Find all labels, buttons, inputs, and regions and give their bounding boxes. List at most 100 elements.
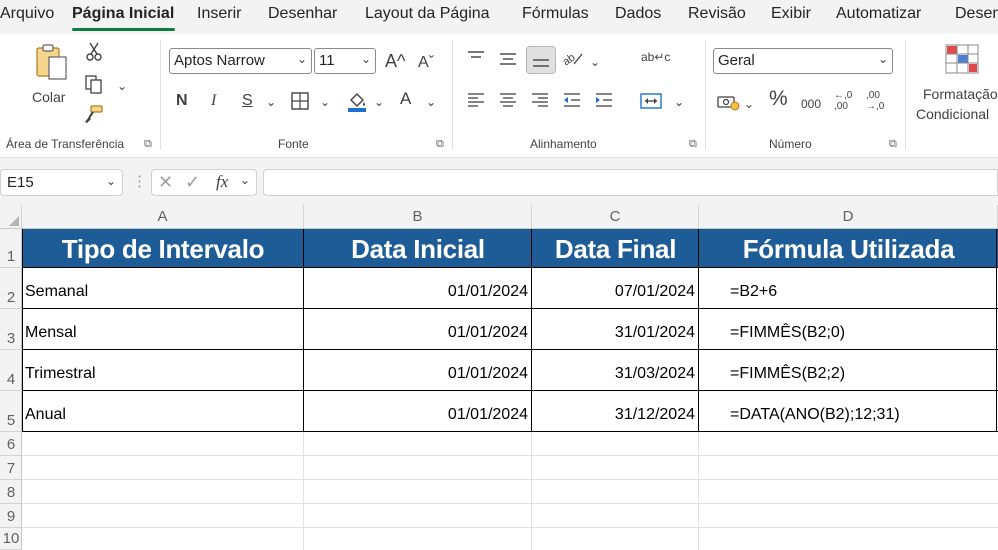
font-launcher-icon[interactable]: ⧉: [436, 138, 444, 151]
conditional-formatting-label-1[interactable]: Formatação: [923, 85, 998, 103]
percent-style-button[interactable]: %: [769, 88, 788, 109]
name-box[interactable]: E15 ⌄: [0, 169, 123, 196]
enter-check-icon[interactable]: ✓: [185, 172, 200, 193]
cell-b3[interactable]: 01/01/2024: [304, 309, 528, 350]
tab-formulas[interactable]: Fórmulas: [522, 5, 589, 23]
tab-layout-da-pagina[interactable]: Layout da Página: [365, 5, 490, 23]
insert-function-button[interactable]: fx: [216, 172, 228, 192]
column-header-c[interactable]: C: [532, 205, 699, 229]
header-cell-data-inicial[interactable]: Data Inicial: [304, 229, 532, 268]
font-name-select[interactable]: Aptos Narrow ⌄: [169, 48, 312, 74]
cell-c3[interactable]: 31/01/2024: [532, 309, 695, 350]
increase-indent-icon[interactable]: [594, 92, 614, 113]
decrease-indent-icon[interactable]: [562, 92, 582, 113]
column-header-b[interactable]: B: [304, 205, 532, 229]
cell-a5[interactable]: Anual: [25, 391, 301, 432]
cell-a3[interactable]: Mensal: [25, 309, 301, 350]
row-header-5[interactable]: 5: [0, 391, 22, 432]
row-header-6[interactable]: 6: [0, 432, 22, 456]
row-header-7[interactable]: 7: [0, 456, 22, 480]
cell-c2[interactable]: 07/01/2024: [532, 268, 695, 309]
font-color-dropdown-chevron-icon[interactable]: ⌄: [426, 93, 436, 111]
cell-a4[interactable]: Trimestral: [25, 350, 301, 391]
row-header-8[interactable]: 8: [0, 480, 22, 504]
grow-font-button[interactable]: A^: [385, 52, 405, 70]
cell-c5[interactable]: 31/12/2024: [532, 391, 695, 432]
tab-inserir[interactable]: Inserir: [197, 5, 241, 23]
cell-d3[interactable]: =FIMMÊS(B2;0): [730, 309, 996, 350]
font-size-select[interactable]: 11 ⌄: [314, 48, 376, 74]
merge-center-icon[interactable]: [640, 92, 662, 115]
accounting-format-icon[interactable]: [717, 92, 741, 117]
align-left-icon[interactable]: [466, 92, 486, 113]
shrink-font-button[interactable]: Aˇ: [418, 54, 434, 72]
header-cell-formula[interactable]: Fórmula Utilizada: [699, 229, 998, 268]
formula-input[interactable]: [263, 169, 998, 196]
fill-color-dropdown-chevron-icon[interactable]: ⌄: [374, 93, 384, 111]
column-header-d[interactable]: D: [699, 205, 998, 229]
tab-desenhar[interactable]: Desenhar: [268, 5, 337, 23]
cut-icon[interactable]: [85, 42, 103, 67]
orientation-dropdown-chevron-icon[interactable]: ⌄: [590, 53, 600, 71]
cell-d2[interactable]: =B2+6: [730, 268, 996, 309]
column-header-a[interactable]: A: [22, 205, 304, 229]
bold-button[interactable]: N: [176, 92, 188, 110]
row-header-10[interactable]: 10: [0, 528, 22, 550]
tab-revisao[interactable]: Revisão: [688, 5, 746, 23]
select-all-corner[interactable]: [0, 205, 22, 229]
cell-a2[interactable]: Semanal: [25, 268, 301, 309]
cell-b5[interactable]: 01/01/2024: [304, 391, 528, 432]
cell-d4[interactable]: =FIMMÊS(B2;2): [730, 350, 996, 391]
increase-decimal-button[interactable]: ←,0 ,00: [834, 90, 862, 112]
worksheet-grid[interactable]: A B C D 1 2 3 4 5 6 7 8 9 10 Tipo de Int…: [0, 205, 998, 550]
row-header-9[interactable]: 9: [0, 504, 22, 528]
format-painter-icon[interactable]: [84, 104, 104, 129]
orientation-icon[interactable]: ab: [561, 48, 584, 73]
clipboard-launcher-icon[interactable]: ⧉: [144, 138, 152, 151]
tab-exibir[interactable]: Exibir: [771, 5, 811, 23]
align-bottom-icon[interactable]: [526, 46, 556, 74]
row-header-1[interactable]: 1: [0, 229, 22, 268]
underline-button[interactable]: S: [242, 92, 253, 110]
alignment-launcher-icon[interactable]: ⧉: [689, 138, 697, 151]
borders-dropdown-chevron-icon[interactable]: ⌄: [320, 93, 330, 111]
conditional-formatting-label-2[interactable]: Condicional: [916, 105, 989, 123]
copy-icon[interactable]: [84, 74, 104, 99]
number-format-select[interactable]: Geral ⌄: [713, 48, 893, 74]
tab-dados[interactable]: Dados: [615, 5, 661, 23]
cell-b2[interactable]: 01/01/2024: [304, 268, 528, 309]
wrap-text-icon[interactable]: ab↵c: [641, 48, 670, 66]
more-vertical-icon[interactable]: ⋮: [132, 172, 147, 190]
borders-icon[interactable]: [291, 92, 309, 115]
tab-desenvolvedor[interactable]: Desen: [955, 5, 998, 23]
italic-button[interactable]: I: [211, 92, 216, 110]
align-top-icon[interactable]: [466, 50, 486, 71]
tab-pagina-inicial[interactable]: Página Inicial: [72, 5, 174, 23]
align-right-icon[interactable]: [530, 92, 550, 113]
paste-icon[interactable]: [34, 42, 70, 82]
cell-b4[interactable]: 01/01/2024: [304, 350, 528, 391]
cell-d5[interactable]: =DATA(ANO(B2);12;31): [730, 391, 996, 432]
header-cell-tipo[interactable]: Tipo de Intervalo: [22, 229, 304, 268]
number-launcher-icon[interactable]: ⧉: [889, 138, 897, 151]
font-color-button[interactable]: A: [400, 90, 411, 108]
decrease-decimal-button[interactable]: ,00 →,0: [866, 90, 894, 112]
paste-label[interactable]: Colar: [32, 88, 65, 106]
cell-c4[interactable]: 31/03/2024: [532, 350, 695, 391]
fill-color-icon[interactable]: [346, 90, 368, 117]
row-header-4[interactable]: 4: [0, 350, 22, 391]
header-cell-data-final[interactable]: Data Final: [532, 229, 699, 268]
row-header-3[interactable]: 3: [0, 309, 22, 350]
tab-arquivo[interactable]: Arquivo: [0, 5, 54, 23]
accounting-dropdown-chevron-icon[interactable]: ⌄: [744, 95, 754, 113]
align-center-icon[interactable]: [498, 92, 518, 113]
comma-style-button[interactable]: 000: [801, 95, 821, 113]
chevron-down-icon[interactable]: ⌄: [240, 173, 250, 187]
row-header-2[interactable]: 2: [0, 268, 22, 309]
tab-automatizar[interactable]: Automatizar: [836, 5, 921, 23]
underline-dropdown-chevron-icon[interactable]: ⌄: [266, 93, 276, 111]
conditional-formatting-icon[interactable]: [945, 44, 979, 79]
cancel-icon[interactable]: ✕: [158, 172, 173, 193]
merge-dropdown-chevron-icon[interactable]: ⌄: [674, 93, 684, 111]
align-middle-icon[interactable]: [498, 50, 518, 71]
